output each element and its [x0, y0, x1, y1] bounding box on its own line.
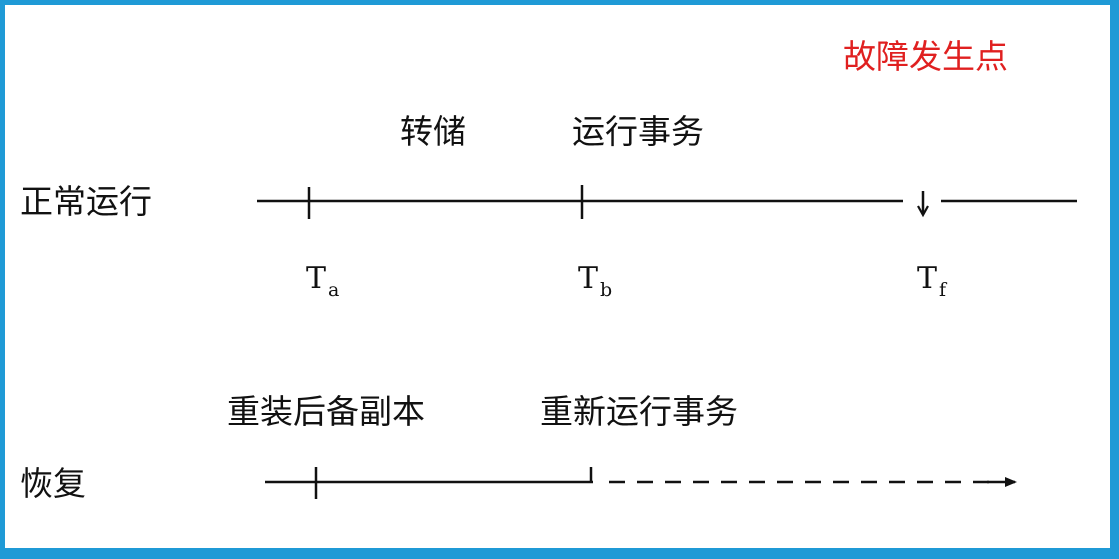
time-label-ta: T a — [306, 261, 339, 301]
failure-down-arrow-icon — [917, 191, 929, 218]
slide-frame: 故障发生点 转储 运行事务 正常运行 T a T b T f 重装后备副本 重新… — [5, 5, 1110, 548]
run-transactions-label: 运行事务 — [572, 112, 704, 151]
recovery-label: 恢复 — [20, 464, 86, 503]
time-label-tb: T b — [578, 261, 612, 301]
ta-sub: a — [328, 279, 339, 301]
rerun-transactions-label: 重新运行事务 — [540, 392, 738, 431]
tf-main: T — [917, 261, 937, 296]
tb-main: T — [578, 261, 598, 296]
reload-backup-label: 重装后备副本 — [227, 392, 425, 431]
tf-sub: f — [939, 279, 948, 301]
normal-run-label: 正常运行 — [20, 182, 152, 221]
recovery-timeline-diagram: 故障发生点 转储 运行事务 正常运行 T a T b T f 重装后备副本 重新… — [20, 37, 1077, 503]
recovery-arrow-head-icon — [987, 477, 1017, 487]
ta-main: T — [306, 261, 326, 296]
time-label-tf: T f — [917, 261, 948, 301]
dump-label: 转储 — [400, 112, 466, 151]
failure-point-label: 故障发生点 — [843, 37, 1008, 76]
tb-sub: b — [600, 279, 612, 301]
